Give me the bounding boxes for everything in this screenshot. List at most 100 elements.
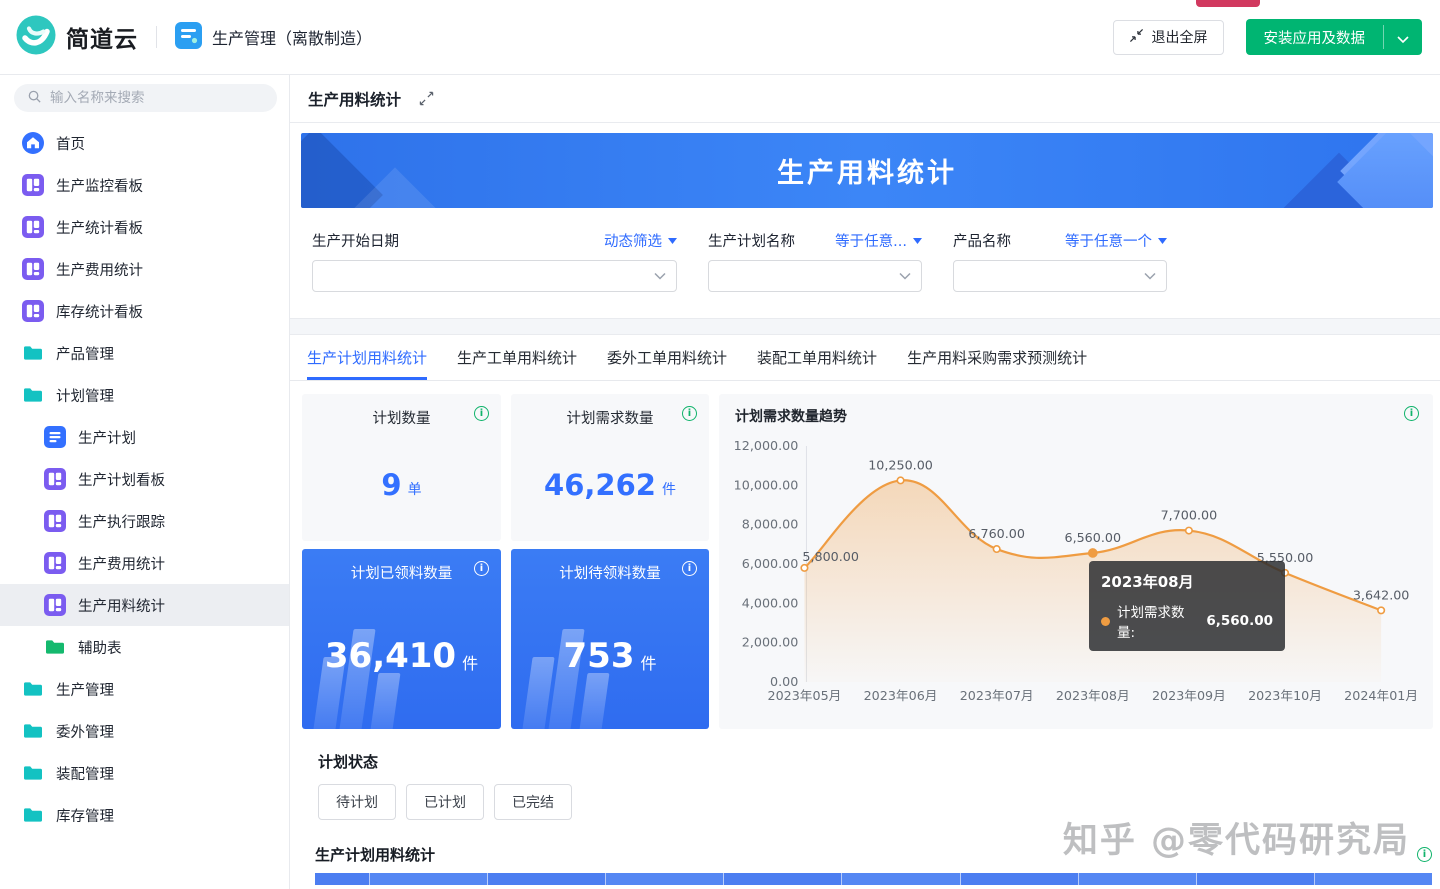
svg-text:5,800.00: 5,800.00 <box>802 549 859 564</box>
dashboard-icon <box>44 468 66 490</box>
sidebar-item-production-material-stats[interactable]: 生产用料统计 <box>0 584 289 626</box>
stat-card-value: 9 <box>381 468 401 502</box>
sidebar-item-plan-management[interactable]: 计划管理 <box>0 374 289 416</box>
stats-grid: 计划数量i9单计划需求数量i46,262件计划已领料数量i36,410件计划待领… <box>302 394 1433 729</box>
tab-plan-material-stats[interactable]: 生产计划用料统计 <box>307 335 427 380</box>
install-app-button[interactable]: 安装应用及数据 <box>1246 19 1384 55</box>
sidebar-item-inventory-management[interactable]: 库存管理 <box>0 794 289 836</box>
stat-card-unit: 件 <box>640 638 656 674</box>
svg-text:0.00: 0.00 <box>770 674 798 689</box>
app-title: 生产管理（离散制造） <box>212 25 372 49</box>
table-header-cell <box>1197 873 1315 885</box>
filter-operator[interactable]: 动态筛选 <box>604 230 677 251</box>
filter-label: 生产开始日期 <box>312 230 399 251</box>
svg-text:6,760.00: 6,760.00 <box>968 526 1025 541</box>
tab-bar: 生产计划用料统计生产工单用料统计委外工单用料统计装配工单用料统计生产用料采购需求… <box>290 335 1440 381</box>
chart-title: 计划需求数量趋势 <box>735 406 847 426</box>
banner-title: 生产用料统计 <box>777 151 957 190</box>
info-icon[interactable]: i <box>682 406 697 421</box>
stat-card-unit: 单 <box>408 470 422 499</box>
plan-status-option[interactable]: 待计划 <box>318 784 396 820</box>
main-area: 生产用料统计 生产用料统计 生产开始日期动态筛选 生产计划名称等于任意... 产… <box>290 75 1440 889</box>
stat-card-title: 计划数量 <box>373 407 431 428</box>
exit-fullscreen-icon <box>1129 28 1144 47</box>
sidebar-item-label: 产品管理 <box>56 343 114 364</box>
brand-name: 简道云 <box>66 20 138 54</box>
filter-label: 产品名称 <box>953 230 1011 251</box>
sidebar-item-production-cost-stats[interactable]: 生产费用统计 <box>0 248 289 290</box>
sidebar-item-production-plan[interactable]: 生产计划 <box>0 416 289 458</box>
table-header-strip <box>315 873 1432 885</box>
chevron-down-icon <box>1397 28 1409 47</box>
info-icon[interactable]: i <box>682 561 697 576</box>
tooltip-label: 计划需求数量: <box>1117 601 1199 641</box>
folder-icon <box>22 762 44 784</box>
install-dropdown-button[interactable] <box>1384 19 1422 55</box>
info-icon[interactable]: i <box>474 561 489 576</box>
plan-status-section: 计划状态 待计划已计划已完结 <box>318 751 1432 820</box>
sidebar-item-production-management[interactable]: 生产管理 <box>0 668 289 710</box>
sidebar-item-production-stats-board[interactable]: 生产统计看板 <box>0 206 289 248</box>
sidebar-item-production-plan-board[interactable]: 生产计划看板 <box>0 458 289 500</box>
svg-text:2023年05月: 2023年05月 <box>767 688 841 703</box>
search-input[interactable] <box>50 90 264 106</box>
svg-text:10,000.00: 10,000.00 <box>734 477 799 492</box>
app-screen: 简道云 生产管理（离散制造） 退出全屏 安装应用及数据 <box>0 0 1440 889</box>
sidebar-item-label: 生产计划 <box>78 427 136 448</box>
plan-status-option[interactable]: 已计划 <box>406 784 484 820</box>
plan-status-label: 计划状态 <box>318 751 1432 772</box>
filter-select[interactable] <box>953 260 1167 292</box>
svg-text:6,000.00: 6,000.00 <box>742 556 799 571</box>
series-dot-icon <box>1101 617 1110 626</box>
sidebar-item-label: 首页 <box>56 133 85 154</box>
info-icon[interactable]: i <box>474 406 489 421</box>
svg-text:4,000.00: 4,000.00 <box>742 595 799 610</box>
sidebar-search[interactable] <box>14 84 277 112</box>
sidebar-item-label: 生产费用统计 <box>78 553 165 574</box>
sidebar-item-outsourcing-management[interactable]: 委外管理 <box>0 710 289 752</box>
sidebar-item-inventory-stats-board[interactable]: 库存统计看板 <box>0 290 289 332</box>
stat-card-plan-issued-qty: 计划已领料数量i36,410件 <box>302 549 501 729</box>
exit-fullscreen-button[interactable]: 退出全屏 <box>1113 20 1224 55</box>
filter-operator[interactable]: 等于任意... <box>835 230 922 251</box>
search-icon <box>27 89 42 108</box>
current-app[interactable]: 生产管理（离散制造） <box>175 22 372 53</box>
filter-operator[interactable]: 等于任意一个 <box>1065 230 1167 251</box>
sidebar-item-assembly-management[interactable]: 装配管理 <box>0 752 289 794</box>
table-title: 生产计划用料统计 <box>315 844 435 865</box>
trend-chart-svg: 0.002,000.004,000.006,000.008,000.0010,0… <box>719 394 1433 729</box>
sidebar-item-auxiliary-tables[interactable]: 辅助表 <box>0 626 289 668</box>
tab-purchase-demand-forecast-stats[interactable]: 生产用料采购需求预测统计 <box>907 335 1087 380</box>
table-info-icon[interactable]: i <box>1417 847 1432 862</box>
tab-assembly-order-material-stats[interactable]: 装配工单用料统计 <box>757 335 877 380</box>
sidebar-item-production-monitor-board[interactable]: 生产监控看板 <box>0 164 289 206</box>
sidebar-item-label: 计划管理 <box>56 385 114 406</box>
sidebar-item-label: 库存管理 <box>56 805 114 826</box>
form-icon <box>44 426 66 448</box>
svg-text:2023年06月: 2023年06月 <box>864 688 938 703</box>
sidebar-item-production-cost-stats-sub[interactable]: 生产费用统计 <box>0 542 289 584</box>
section-divider <box>290 318 1440 335</box>
expand-fullscreen-icon[interactable] <box>419 91 434 106</box>
filter-select[interactable] <box>312 260 677 292</box>
svg-text:3,642.00: 3,642.00 <box>1353 587 1410 602</box>
sidebar-item-product-management[interactable]: 产品管理 <box>0 332 289 374</box>
sidebar-item-label: 库存统计看板 <box>56 301 143 322</box>
sidebar-item-label: 生产统计看板 <box>56 217 143 238</box>
chart-tooltip: 2023年08月 计划需求数量: 6,560.00 <box>1089 561 1285 651</box>
sidebar-menu: 首页生产监控看板生产统计看板生产费用统计库存统计看板产品管理计划管理生产计划生产… <box>0 122 289 836</box>
plan-status-option[interactable]: 已完结 <box>494 784 572 820</box>
chart-info-icon[interactable]: i <box>1404 406 1419 421</box>
filter-select[interactable] <box>708 260 922 292</box>
sidebar-item-production-execution-tracking[interactable]: 生产执行跟踪 <box>0 500 289 542</box>
svg-text:10,250.00: 10,250.00 <box>868 458 933 473</box>
stat-card-unit: 件 <box>662 470 676 499</box>
home-icon <box>22 132 44 154</box>
sidebar-item-home[interactable]: 首页 <box>0 122 289 164</box>
filter-row: 生产开始日期动态筛选 生产计划名称等于任意... 产品名称等于任意一个 <box>312 230 1432 292</box>
sidebar-item-label: 委外管理 <box>56 721 114 742</box>
svg-text:2023年09月: 2023年09月 <box>1152 688 1226 703</box>
tab-work-order-material-stats[interactable]: 生产工单用料统计 <box>457 335 577 380</box>
tab-outsourcing-order-material-stats[interactable]: 委外工单用料统计 <box>607 335 727 380</box>
brand[interactable]: 简道云 <box>16 15 138 59</box>
